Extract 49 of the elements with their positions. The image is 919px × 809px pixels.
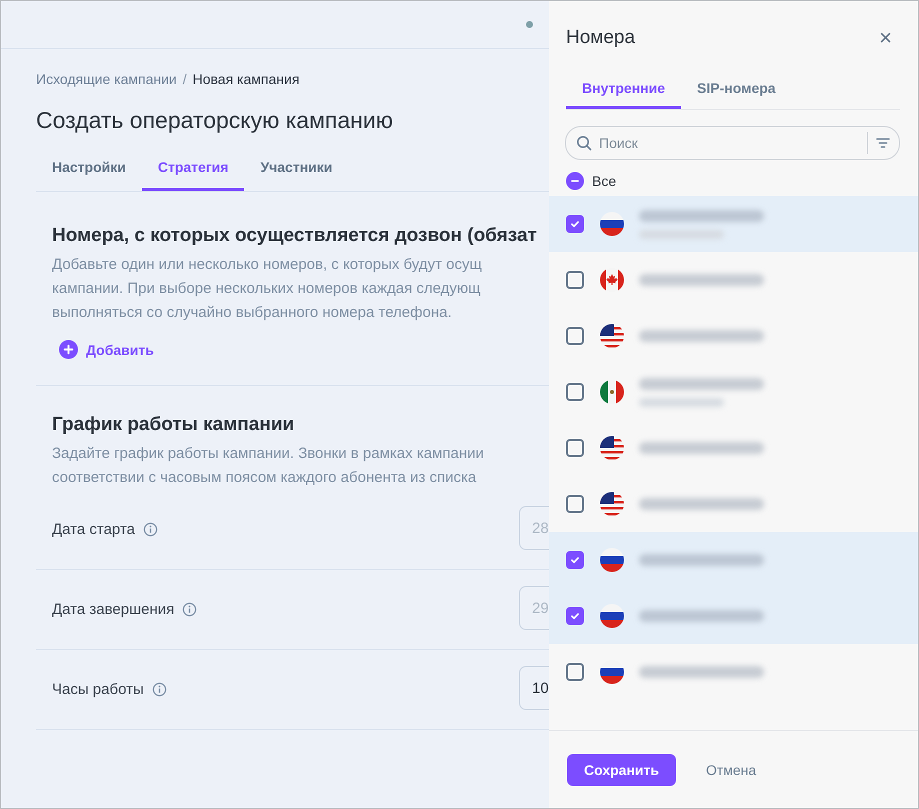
breadcrumb[interactable]: Исходящие кампании: [36, 71, 177, 87]
checkbox[interactable]: [566, 215, 584, 233]
input-field[interactable]: 29: [519, 586, 549, 630]
tab[interactable]: SIP-номера: [681, 74, 792, 109]
checkbox[interactable]: [566, 551, 584, 569]
section-description: Задайте график работы кампании. Звонки в рамках кампании: [52, 444, 485, 464]
tab[interactable]: Внутренние: [566, 74, 682, 109]
select-all-label: Все: [592, 173, 616, 189]
number-row[interactable]: [549, 196, 918, 252]
section-description: выполняться со случайно выбранного номера телефона.: [52, 303, 453, 323]
checkbox[interactable]: [566, 271, 584, 289]
section-title: График работы кампании: [52, 414, 296, 436]
field-label: Часы работы: [52, 681, 144, 698]
section-title: Номера, с которых осуществляется дозвон (обязат: [52, 225, 538, 247]
search-field[interactable]: Поиск: [565, 126, 900, 160]
tab[interactable]: Стратегия: [142, 151, 244, 191]
page-title: Создать операторскую кампанию: [36, 107, 394, 134]
checkbox[interactable]: [566, 663, 584, 681]
section-description: Добавьте один или несколько номеров, с которых будут осущ: [52, 255, 483, 275]
drawer-title: Номера: [566, 27, 636, 49]
checkbox[interactable]: [566, 495, 584, 513]
plus-icon: [59, 340, 78, 359]
info-icon[interactable]: [182, 602, 198, 617]
checkbox[interactable]: [566, 383, 584, 401]
checkbox[interactable]: [566, 327, 584, 345]
search-input[interactable]: Поиск: [597, 134, 867, 152]
cancel-button[interactable]: Отмена: [700, 760, 762, 778]
save-button[interactable]: Сохранить: [567, 754, 676, 786]
number-row[interactable]: [549, 588, 918, 644]
info-icon[interactable]: [142, 522, 158, 537]
checkbox[interactable]: [566, 607, 584, 625]
section-description: кампании. При выборе нескольких номеров каждая следующ: [52, 279, 482, 299]
filter-icon[interactable]: [875, 135, 891, 151]
checkbox[interactable]: [566, 172, 584, 190]
tab[interactable]: Настройки: [36, 151, 142, 191]
add-link[interactable]: Добавить: [59, 340, 154, 359]
section-description: соответствии с часовым поясом каждого абонента из списка: [52, 468, 478, 488]
breadcrumb: Новая кампания: [192, 71, 300, 87]
search-icon: [576, 135, 592, 151]
checkbox[interactable]: [566, 439, 584, 457]
input-field[interactable]: 10: [519, 666, 549, 710]
field-label: Дата завершения: [52, 601, 174, 618]
tab[interactable]: Участники: [244, 151, 348, 191]
info-icon[interactable]: [152, 682, 167, 697]
close-button[interactable]: ×: [875, 27, 896, 49]
input-field[interactable]: 28: [519, 506, 549, 550]
field-label: Дата старта: [52, 521, 135, 538]
number-row[interactable]: [549, 532, 918, 588]
breadcrumb-separator: /: [182, 71, 187, 87]
